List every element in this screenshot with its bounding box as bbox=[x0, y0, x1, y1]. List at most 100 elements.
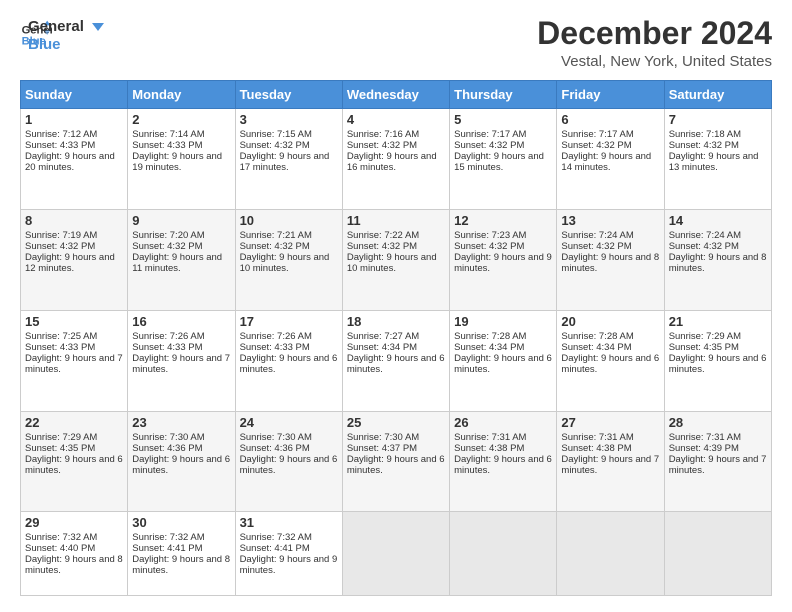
title-block: December 2024 Vestal, New York, United S… bbox=[537, 16, 772, 70]
day-number: 31 bbox=[240, 515, 338, 530]
table-row: 25Sunrise: 7:30 AMSunset: 4:37 PMDayligh… bbox=[342, 411, 449, 512]
table-row: 17Sunrise: 7:26 AMSunset: 4:33 PMDayligh… bbox=[235, 310, 342, 411]
sunset-text: Sunset: 4:32 PM bbox=[347, 140, 417, 151]
table-row: 9 Sunrise: 7:20 AMSunset: 4:32 PMDaylight… bbox=[128, 209, 235, 310]
sunrise-text: Sunrise: 7:24 AM bbox=[561, 230, 633, 241]
table-row bbox=[342, 512, 449, 596]
day-number: 2 bbox=[132, 112, 230, 127]
sunrise-text: Sunrise: 7:16 AM bbox=[347, 129, 419, 140]
daylight-text: Daylight: 9 hours and 19 minutes. bbox=[132, 151, 222, 173]
daylight-text: Daylight: 9 hours and 16 minutes. bbox=[347, 151, 437, 173]
table-row: 14Sunrise: 7:24 AMSunset: 4:32 PMDayligh… bbox=[664, 209, 771, 310]
sunrise-text: Sunrise: 7:17 AM bbox=[454, 129, 526, 140]
day-number: 6 bbox=[561, 112, 659, 127]
daylight-text: Daylight: 9 hours and 13 minutes. bbox=[669, 151, 759, 173]
day-number: 15 bbox=[25, 314, 123, 329]
table-row: 10Sunrise: 7:21 AMSunset: 4:32 PMDayligh… bbox=[235, 209, 342, 310]
table-row: 15 Sunrise: 7:25 AMSunset: 4:33 PMDayligh… bbox=[21, 310, 128, 411]
sunrise-text: Sunrise: 7:28 AM bbox=[454, 331, 526, 342]
page: General Blue General Blue December 2024 … bbox=[0, 0, 792, 612]
col-tuesday: Tuesday bbox=[235, 81, 342, 109]
sunrise-text: Sunrise: 7:14 AM bbox=[132, 129, 204, 140]
day-number: 10 bbox=[240, 213, 338, 228]
sunset-text: Sunset: 4:41 PM bbox=[132, 543, 202, 554]
sunrise-text: Sunrise: 7:32 AM bbox=[240, 532, 312, 543]
daylight-text: Daylight: 9 hours and 7 minutes. bbox=[25, 353, 123, 375]
sunrise-text: Sunrise: 7:31 AM bbox=[669, 432, 741, 443]
daylight-text: Daylight: 9 hours and 8 minutes. bbox=[669, 252, 767, 274]
table-row: 24Sunrise: 7:30 AMSunset: 4:36 PMDayligh… bbox=[235, 411, 342, 512]
logo-arrow-icon bbox=[90, 19, 106, 35]
table-row: 7Sunrise: 7:18 AMSunset: 4:32 PMDaylight… bbox=[664, 109, 771, 210]
sunset-text: Sunset: 4:32 PM bbox=[240, 140, 310, 151]
table-row: 26Sunrise: 7:31 AMSunset: 4:38 PMDayligh… bbox=[450, 411, 557, 512]
col-friday: Friday bbox=[557, 81, 664, 109]
sunrise-text: Sunrise: 7:19 AM bbox=[25, 230, 97, 241]
day-number: 26 bbox=[454, 415, 552, 430]
sunset-text: Sunset: 4:33 PM bbox=[132, 342, 202, 353]
day-number: 17 bbox=[240, 314, 338, 329]
logo-line1: General bbox=[28, 18, 106, 36]
daylight-text: Daylight: 9 hours and 10 minutes. bbox=[347, 252, 437, 274]
day-number: 11 bbox=[347, 213, 445, 228]
sunset-text: Sunset: 4:40 PM bbox=[25, 543, 95, 554]
day-number: 30 bbox=[132, 515, 230, 530]
table-row: 28Sunrise: 7:31 AMSunset: 4:39 PMDayligh… bbox=[664, 411, 771, 512]
daylight-text: Daylight: 9 hours and 6 minutes. bbox=[454, 353, 552, 375]
sunset-text: Sunset: 4:33 PM bbox=[25, 342, 95, 353]
sunset-text: Sunset: 4:32 PM bbox=[132, 241, 202, 252]
sunrise-text: Sunrise: 7:31 AM bbox=[454, 432, 526, 443]
col-sunday: Sunday bbox=[21, 81, 128, 109]
sunrise-text: Sunrise: 7:20 AM bbox=[132, 230, 204, 241]
daylight-text: Daylight: 9 hours and 8 minutes. bbox=[561, 252, 659, 274]
table-row: 30Sunrise: 7:32 AMSunset: 4:41 PMDayligh… bbox=[128, 512, 235, 596]
day-number: 21 bbox=[669, 314, 767, 329]
table-row: 31Sunrise: 7:32 AMSunset: 4:41 PMDayligh… bbox=[235, 512, 342, 596]
daylight-text: Daylight: 9 hours and 14 minutes. bbox=[561, 151, 651, 173]
table-row: 18Sunrise: 7:27 AMSunset: 4:34 PMDayligh… bbox=[342, 310, 449, 411]
sunset-text: Sunset: 4:35 PM bbox=[669, 342, 739, 353]
sunrise-text: Sunrise: 7:15 AM bbox=[240, 129, 312, 140]
day-number: 24 bbox=[240, 415, 338, 430]
daylight-text: Daylight: 9 hours and 6 minutes. bbox=[347, 454, 445, 476]
sunset-text: Sunset: 4:34 PM bbox=[454, 342, 524, 353]
daylight-text: Daylight: 9 hours and 6 minutes. bbox=[240, 353, 338, 375]
sunset-text: Sunset: 4:36 PM bbox=[132, 443, 202, 454]
sunrise-text: Sunrise: 7:25 AM bbox=[25, 331, 97, 342]
table-row bbox=[664, 512, 771, 596]
table-row: 1Sunrise: 7:12 AMSunset: 4:33 PMDaylight… bbox=[21, 109, 128, 210]
table-row: 27Sunrise: 7:31 AMSunset: 4:38 PMDayligh… bbox=[557, 411, 664, 512]
day-number: 7 bbox=[669, 112, 767, 127]
table-row bbox=[450, 512, 557, 596]
sunset-text: Sunset: 4:35 PM bbox=[25, 443, 95, 454]
sunset-text: Sunset: 4:32 PM bbox=[240, 241, 310, 252]
header: General Blue General Blue December 2024 … bbox=[20, 16, 772, 70]
day-number: 22 bbox=[25, 415, 123, 430]
daylight-text: Daylight: 9 hours and 11 minutes. bbox=[132, 252, 222, 274]
table-row: 29Sunrise: 7:32 AMSunset: 4:40 PMDayligh… bbox=[21, 512, 128, 596]
day-number: 9 bbox=[132, 213, 230, 228]
sunset-text: Sunset: 4:32 PM bbox=[454, 140, 524, 151]
sunrise-text: Sunrise: 7:30 AM bbox=[347, 432, 419, 443]
daylight-text: Daylight: 9 hours and 9 minutes. bbox=[454, 252, 552, 274]
calendar-header-row: Sunday Monday Tuesday Wednesday Thursday… bbox=[21, 81, 772, 109]
sunrise-text: Sunrise: 7:32 AM bbox=[132, 532, 204, 543]
table-row: 4 Sunrise: 7:16 AMSunset: 4:32 PMDaylight… bbox=[342, 109, 449, 210]
day-number: 14 bbox=[669, 213, 767, 228]
table-row: 2Sunrise: 7:14 AMSunset: 4:33 PMDaylight… bbox=[128, 109, 235, 210]
sunrise-text: Sunrise: 7:26 AM bbox=[132, 331, 204, 342]
sunset-text: Sunset: 4:34 PM bbox=[561, 342, 631, 353]
table-row: 5Sunrise: 7:17 AMSunset: 4:32 PMDaylight… bbox=[450, 109, 557, 210]
day-number: 12 bbox=[454, 213, 552, 228]
sunset-text: Sunset: 4:33 PM bbox=[240, 342, 310, 353]
daylight-text: Daylight: 9 hours and 6 minutes. bbox=[132, 454, 230, 476]
day-number: 4 bbox=[347, 112, 445, 127]
table-row: 11Sunrise: 7:22 AMSunset: 4:32 PMDayligh… bbox=[342, 209, 449, 310]
table-row: 19 Sunrise: 7:28 AMSunset: 4:34 PMDayligh… bbox=[450, 310, 557, 411]
daylight-text: Daylight: 9 hours and 12 minutes. bbox=[25, 252, 115, 274]
daylight-text: Daylight: 9 hours and 6 minutes. bbox=[240, 454, 338, 476]
sunset-text: Sunset: 4:32 PM bbox=[347, 241, 417, 252]
day-number: 19 bbox=[454, 314, 552, 329]
daylight-text: Daylight: 9 hours and 6 minutes. bbox=[347, 353, 445, 375]
day-number: 5 bbox=[454, 112, 552, 127]
